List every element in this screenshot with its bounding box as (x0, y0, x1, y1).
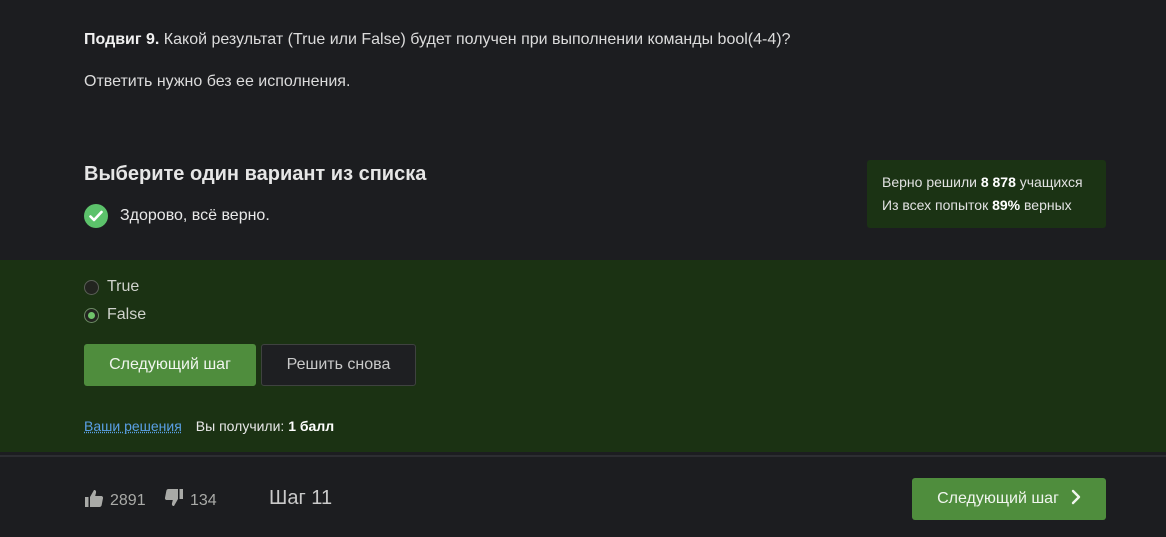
your-solutions-link[interactable]: Ваши решения (84, 418, 182, 434)
result-message: Здорово, всё верно. (84, 204, 270, 228)
option-true[interactable]: True (84, 278, 139, 296)
option-false[interactable]: False (84, 306, 146, 324)
result-text: Здорово, всё верно. (120, 207, 270, 224)
radio-icon[interactable] (84, 307, 99, 323)
stats-solved-prefix: Верно решили (882, 174, 981, 190)
stats-percent: Из всех попыток 89% верных (882, 194, 1091, 217)
like-button[interactable]: 2891 (84, 488, 146, 513)
question-label: Подвиг 9. (84, 31, 160, 48)
step-label: Шаг 11 (269, 487, 333, 509)
stats-solved: Верно решили 8 878 учащихся (882, 171, 1091, 194)
question-body: Какой результат (True или False) будет п… (159, 31, 791, 48)
score-prefix: Вы получили: (195, 418, 289, 434)
footer-divider (0, 455, 1166, 457)
thumbs-down-icon (164, 488, 184, 513)
thumbs-up-icon (84, 488, 104, 513)
footer-next-step-button[interactable]: Следующий шаг (912, 478, 1106, 520)
stats-box: Верно решили 8 878 учащихся Из всех попы… (867, 160, 1106, 228)
section-title: Выберите один вариант из списка (84, 163, 427, 185)
radio-icon[interactable] (84, 279, 99, 295)
stats-percent-prefix: Из всех попыток (882, 197, 993, 213)
dislikes-count: 134 (190, 491, 217, 509)
question-text: Подвиг 9. Какой результат (True или Fals… (84, 30, 1084, 50)
next-step-button[interactable]: Следующий шаг (84, 344, 256, 386)
question-note: Ответить нужно без ее исполнения. (84, 73, 351, 90)
option-label: False (107, 306, 147, 323)
footer-next-label: Следующий шаг (937, 490, 1059, 507)
likes-count: 2891 (110, 491, 146, 509)
check-circle-icon (84, 204, 108, 228)
stats-solved-count: 8 878 (980, 174, 1016, 190)
stats-solved-suffix: учащихся (1015, 174, 1083, 190)
option-label: True (107, 278, 140, 295)
stats-percent-suffix: верных (1020, 197, 1072, 213)
dislike-button[interactable]: 134 (164, 488, 217, 513)
retry-button[interactable]: Решить снова (261, 344, 416, 386)
answer-area: True False Следующий шаг Решить снова Ва… (0, 260, 1166, 452)
stats-percent-value: 89% (992, 197, 1021, 213)
chevron-right-icon (1071, 489, 1081, 510)
question-block: Подвиг 9. Какой результат (True или Fals… (84, 30, 1084, 114)
score-value: 1 балл (288, 418, 335, 434)
solutions-row: Ваши решения Вы получили: 1 балл (84, 418, 334, 434)
radio-selected-dot (88, 311, 95, 319)
score-text: Вы получили: 1 балл (196, 418, 334, 434)
